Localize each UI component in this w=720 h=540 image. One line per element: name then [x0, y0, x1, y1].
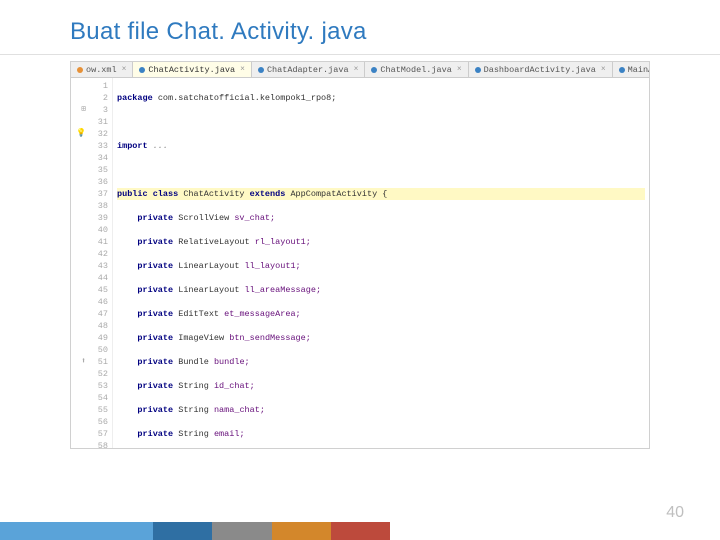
tab-chatmodel[interactable]: ChatModel.java×: [365, 62, 468, 77]
tab-ow-xml[interactable]: ow.xml×: [71, 62, 133, 77]
code-content[interactable]: package com.satchatofficial.kelompok1_rp…: [113, 78, 649, 448]
code-editor: ow.xml× ChatActivity.java× ChatAdapter.j…: [70, 61, 650, 449]
editor-tabbar: ow.xml× ChatActivity.java× ChatAdapter.j…: [71, 62, 649, 78]
java-file-icon: [371, 67, 377, 73]
java-file-icon: [475, 67, 481, 73]
close-icon[interactable]: ×: [240, 64, 245, 76]
java-file-icon: [619, 67, 625, 73]
close-icon[interactable]: ×: [457, 64, 462, 76]
close-icon[interactable]: ×: [354, 64, 359, 76]
page-number: 40: [666, 504, 684, 522]
tab-chatactivity[interactable]: ChatActivity.java×: [133, 62, 252, 77]
class-icon: 💡: [76, 128, 86, 140]
close-icon[interactable]: ×: [122, 64, 127, 76]
decorative-stripe: [0, 522, 390, 540]
line-number-gutter: 1 2 ⊞3 31 💡32 33 34 35 36 37 38 39 40 41…: [71, 78, 113, 448]
tab-dashboardactivity[interactable]: DashboardActivity.java×: [469, 62, 613, 77]
close-icon[interactable]: ×: [601, 64, 606, 76]
override-icon[interactable]: ⬆: [81, 356, 86, 368]
xml-file-icon: [77, 67, 83, 73]
java-file-icon: [139, 67, 145, 73]
fold-icon[interactable]: ⊞: [81, 104, 86, 116]
tab-mainactivity[interactable]: MainActivity.java×: [613, 62, 650, 77]
slide-title-area: Buat file Chat. Activity. java: [0, 0, 720, 55]
java-file-icon: [258, 67, 264, 73]
slide-title: Buat file Chat. Activity. java: [70, 18, 720, 46]
tab-chatadapter[interactable]: ChatAdapter.java×: [252, 62, 365, 77]
